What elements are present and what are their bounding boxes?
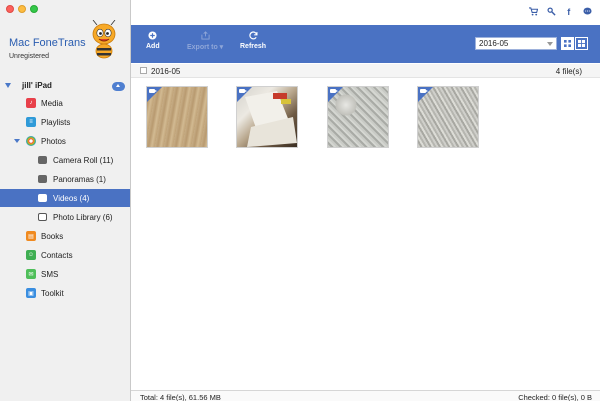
date-filter-value: 2016-05 [479, 39, 509, 48]
checked-files-status: Checked: 0 file(s), 0 B [518, 393, 592, 401]
photos-flower-icon [26, 136, 36, 146]
add-button[interactable]: Add [146, 31, 160, 50]
status-bar: Total: 4 file(s), 61.56 MB Checked: 0 fi… [131, 390, 600, 401]
wrench-key-icon[interactable] [547, 7, 556, 16]
toolkit-icon: ▣ [26, 288, 36, 298]
total-files-status: Total: 4 file(s), 61.56 MB [140, 393, 221, 401]
message-icon: ✉ [26, 269, 36, 279]
sidebar-item-label: Photo Library (6) [53, 213, 113, 222]
sidebar-item-photos[interactable]: Photos [0, 132, 130, 150]
maximize-window-button[interactable] [30, 5, 38, 13]
group-date: 2016-05 [151, 67, 181, 76]
video-camera-icon [330, 89, 338, 93]
photo-library-icon [38, 213, 47, 221]
export-to-label: Export to [187, 44, 218, 51]
add-button-label: Add [146, 43, 160, 50]
large-grid-view-button[interactable] [575, 37, 588, 50]
app-title: Mac FoneTrans [9, 37, 86, 49]
close-window-button[interactable] [6, 5, 14, 13]
sidebar-item-label: Panoramas (1) [53, 175, 106, 184]
plus-circle-icon [148, 31, 157, 40]
toolbar: Add Export to ▾ Refresh 2016-05 [131, 25, 600, 63]
sidebar-item-books[interactable]: ▤ Books [0, 227, 130, 245]
sidebar-item-label: Toolkit [41, 289, 64, 298]
video-thumbnail[interactable] [146, 86, 208, 148]
date-group-header: 2016-05 4 file(s) [131, 64, 600, 78]
book-icon: ▤ [26, 231, 36, 241]
video-camera-icon [239, 89, 247, 93]
dropdown-arrow-icon: ▾ [217, 44, 224, 51]
sidebar-item-sms[interactable]: ✉ SMS [0, 265, 130, 283]
eject-icon[interactable] [112, 82, 125, 91]
sidebar-item-toolkit[interactable]: ▣ Toolkit [0, 284, 130, 302]
sidebar-item-media[interactable]: ♪ Media [0, 94, 130, 112]
collapse-triangle-icon[interactable] [5, 83, 11, 88]
sidebar-item-contacts[interactable]: ☺ Contacts [0, 246, 130, 264]
camera-icon [38, 194, 47, 202]
camera-icon [38, 175, 47, 183]
svg-text:f: f [567, 7, 571, 16]
video-camera-icon [420, 89, 428, 93]
refresh-button-label: Refresh [240, 43, 267, 50]
sidebar-item-playlists[interactable]: ≡ Playlists [0, 113, 130, 131]
refresh-button[interactable]: Refresh [240, 31, 266, 50]
sidebar-item-label: Videos (4) [53, 194, 90, 203]
contacts-icon: ☺ [26, 250, 36, 260]
chat-bubble-icon[interactable] [583, 7, 592, 16]
sidebar-item-label: Media [41, 99, 63, 108]
video-camera-icon [149, 89, 157, 93]
music-note-icon: ♪ [26, 98, 36, 108]
sidebar-item-videos[interactable]: Videos (4) [0, 189, 130, 207]
window-controls [6, 5, 38, 13]
group-file-count: 4 file(s) [555, 67, 582, 76]
video-thumbnail[interactable] [236, 86, 298, 148]
large-grid-icon [578, 40, 585, 47]
select-group-checkbox[interactable] [140, 67, 147, 74]
sidebar-item-panoramas[interactable]: Panoramas (1) [0, 170, 130, 188]
top-right-icons: f [529, 7, 592, 16]
export-to-button[interactable]: Export to ▾ [187, 31, 223, 51]
grid-icon [564, 40, 571, 47]
camera-icon [38, 156, 47, 164]
sidebar-item-label: Contacts [41, 251, 73, 260]
registration-status[interactable]: Unregistered [9, 53, 49, 60]
main-panel: f Add Export to ▾ Refresh 2016-05 2016-0… [131, 0, 600, 401]
sidebar-item-camera-roll[interactable]: Camera Roll (11) [0, 151, 130, 169]
view-toggle [561, 37, 588, 50]
grid-view-button[interactable] [561, 37, 574, 50]
video-thumbnail[interactable] [327, 86, 389, 148]
refresh-icon [248, 31, 258, 40]
chevron-down-icon [547, 42, 553, 46]
sidebar-item-label: Photos [41, 137, 66, 146]
sidebar-item-label: SMS [41, 270, 59, 279]
sidebar-item-label: Books [41, 232, 64, 241]
facebook-icon[interactable]: f [565, 7, 574, 16]
sidebar-item-label: Camera Roll (11) [53, 156, 114, 165]
sidebar: Mac FoneTrans Unregistered jill' iPad ♪ … [0, 0, 131, 401]
export-icon [201, 31, 210, 40]
video-thumbnail[interactable] [417, 86, 479, 148]
cart-icon[interactable] [529, 7, 538, 16]
sidebar-item-photo-library[interactable]: Photo Library (6) [0, 208, 130, 226]
minimize-window-button[interactable] [18, 5, 26, 13]
date-filter-select[interactable]: 2016-05 [475, 37, 557, 50]
device-item[interactable]: jill' iPad [0, 79, 130, 95]
playlist-icon: ≡ [26, 117, 36, 127]
mascot-logo-icon [92, 20, 116, 59]
device-name: jill' iPad [22, 81, 52, 90]
expand-triangle-icon[interactable] [14, 139, 20, 143]
sidebar-item-label: Playlists [41, 118, 71, 127]
